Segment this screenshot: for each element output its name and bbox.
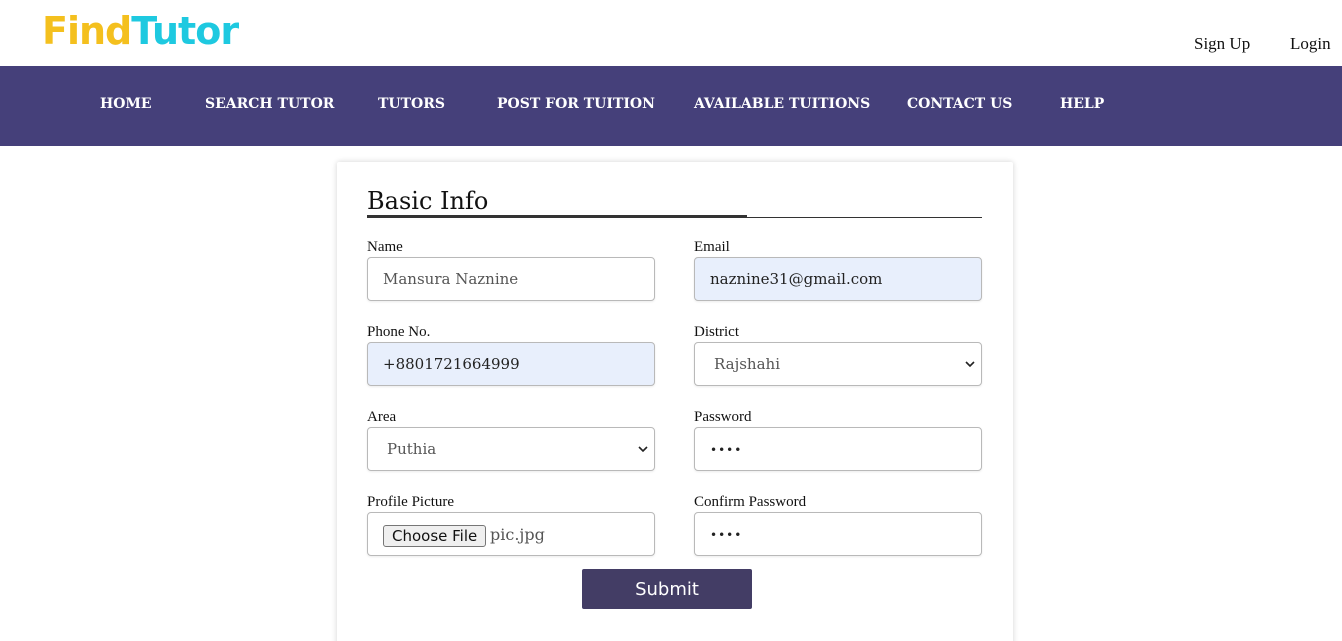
district-select[interactable]: Rajshahi xyxy=(694,342,982,386)
selected-file-name: pic.jpg xyxy=(490,525,545,544)
nav-help[interactable]: HELP xyxy=(1060,96,1104,112)
findtutor-logo[interactable]: FindTutor xyxy=(42,8,239,54)
profile-picture-input: Choose File pic.jpg xyxy=(367,512,655,556)
chevron-down-icon xyxy=(965,361,975,368)
confirm-password-field[interactable]: •••• xyxy=(694,512,982,556)
password-value: •••• xyxy=(710,443,743,457)
logo-tutor: Tutor xyxy=(131,9,239,53)
name-field[interactable]: Mansura Naznine xyxy=(367,257,655,301)
district-label: District xyxy=(694,324,739,340)
logo-find: Find xyxy=(42,9,132,53)
area-label: Area xyxy=(367,409,397,425)
choose-file-button[interactable]: Choose File xyxy=(383,525,487,547)
email-label: Email xyxy=(694,239,730,255)
nav-available-tuitions[interactable]: AVAILABLE TUITIONS xyxy=(694,96,870,112)
main-nav: HOME SEARCH TUTOR TUTORS POST FOR TUITIO… xyxy=(0,66,1342,146)
area-select[interactable]: Puthia xyxy=(367,427,655,471)
area-value: Puthia xyxy=(387,440,437,458)
nav-search-tutor[interactable]: SEARCH TUTOR xyxy=(205,96,334,112)
nav-home[interactable]: HOME xyxy=(100,96,152,112)
signup-link[interactable]: Sign Up xyxy=(1194,34,1250,54)
header: FindTutor Sign Up Login xyxy=(0,0,1342,66)
name-label: Name xyxy=(367,239,403,255)
district-value: Rajshahi xyxy=(714,355,780,373)
profile-picture-label: Profile Picture xyxy=(367,494,455,510)
phone-field[interactable]: +8801721664999 xyxy=(367,342,655,386)
title-underline xyxy=(367,215,747,218)
submit-button[interactable]: Submit xyxy=(582,569,752,609)
confirm-password-value: •••• xyxy=(710,528,743,542)
chevron-down-icon xyxy=(638,446,648,453)
password-label: Password xyxy=(694,409,752,425)
nav-post-for-tuition[interactable]: POST FOR TUITION xyxy=(497,96,655,112)
confirm-password-label: Confirm Password xyxy=(694,494,807,510)
registration-form-card: Basic Info Name Mansura Naznine Email na… xyxy=(337,162,1013,641)
phone-label: Phone No. xyxy=(367,324,431,340)
login-link[interactable]: Login xyxy=(1290,34,1331,54)
section-title: Basic Info xyxy=(367,187,489,215)
nav-contact-us[interactable]: CONTACT US xyxy=(907,96,1012,112)
password-field[interactable]: •••• xyxy=(694,427,982,471)
nav-tutors[interactable]: TUTORS xyxy=(378,96,445,112)
email-field[interactable]: naznine31@gmail.com xyxy=(694,257,982,301)
